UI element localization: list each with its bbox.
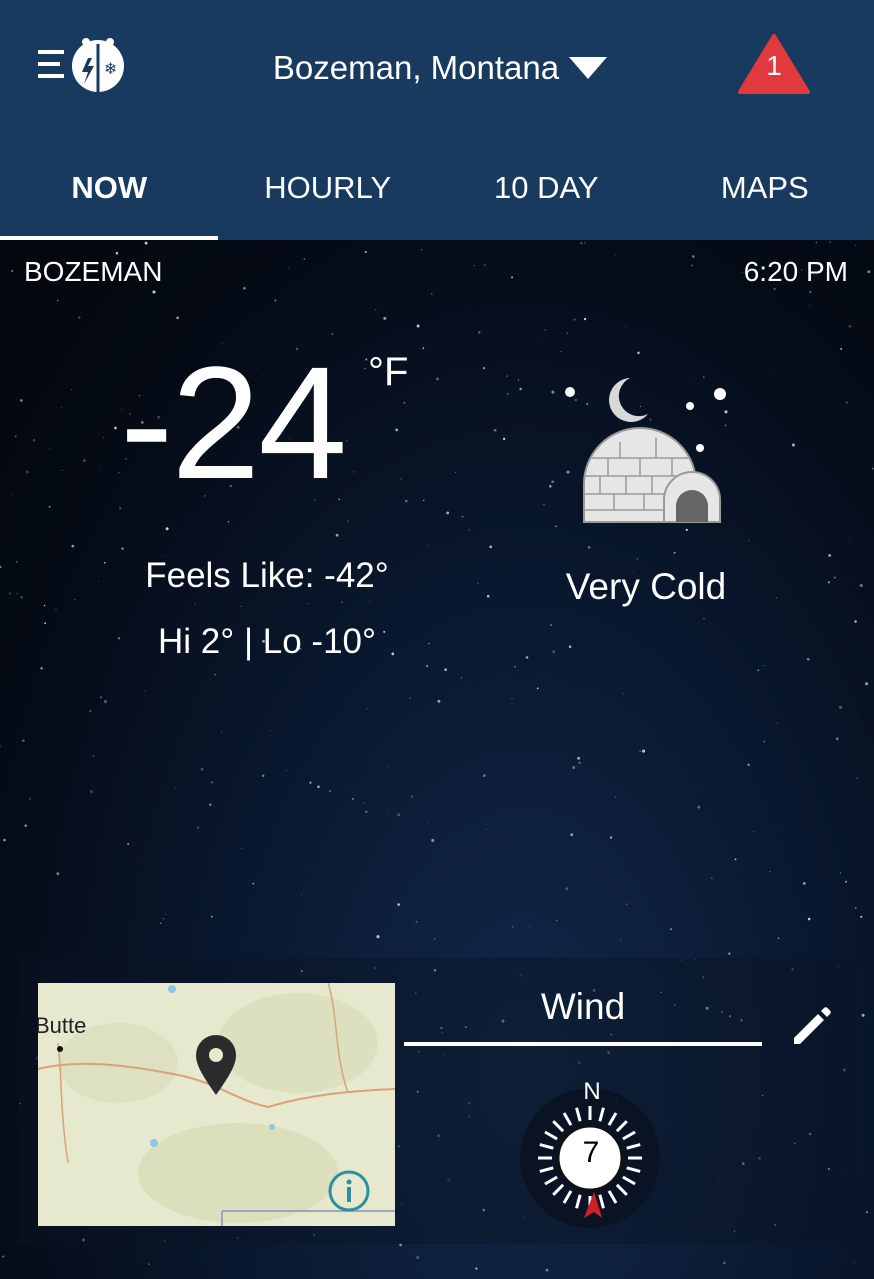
edit-button[interactable] (788, 1002, 836, 1050)
wind-title: Wind (540, 986, 626, 1027)
menu-logo-button[interactable]: ❄ (36, 36, 128, 98)
wind-underline (404, 1042, 762, 1046)
tab-bar: NOW HOURLY 10 DAY MAPS (0, 150, 874, 240)
info-icon (328, 1170, 370, 1212)
hi-lo: Hi 2° | Lo -10° (157, 622, 376, 661)
svg-text:❄: ❄ (104, 59, 117, 78)
feels-like: Feels Like: -42° (145, 556, 389, 595)
tab-now[interactable]: NOW (0, 150, 219, 240)
pencil-icon (794, 1007, 831, 1044)
igloo-moon-icon (560, 372, 730, 532)
location-label: Bozeman, Montana (272, 49, 560, 86)
menu-logo-icon: ❄ (38, 38, 124, 92)
alert-count: 1 (766, 50, 782, 81)
tab-10-day[interactable]: 10 DAY (437, 150, 656, 240)
condition-label: Very Cold (565, 566, 727, 607)
alert-button[interactable]: 1 (738, 34, 810, 96)
app-header: ❄ Bozeman, Montana 1 NOW HOURLY 10 DAY M… (0, 0, 874, 240)
wind-speed: 7 (582, 1136, 600, 1169)
location-selector[interactable]: Bozeman, Montana (230, 42, 650, 94)
tab-hourly[interactable]: HOURLY (219, 150, 438, 240)
location-pin-icon (196, 1035, 236, 1095)
map-info-button[interactable] (326, 1168, 372, 1214)
city-name: BOZEMAN (24, 256, 163, 287)
temperature-unit: °F (368, 350, 409, 394)
current-time: 6:20 PM (743, 256, 848, 287)
tab-maps[interactable]: MAPS (656, 150, 874, 240)
map-city-label: Butte (38, 1013, 87, 1038)
compass-north-label: N (583, 1078, 601, 1105)
chevron-down-icon (569, 57, 608, 79)
current-temperature: -24 (120, 333, 347, 512)
